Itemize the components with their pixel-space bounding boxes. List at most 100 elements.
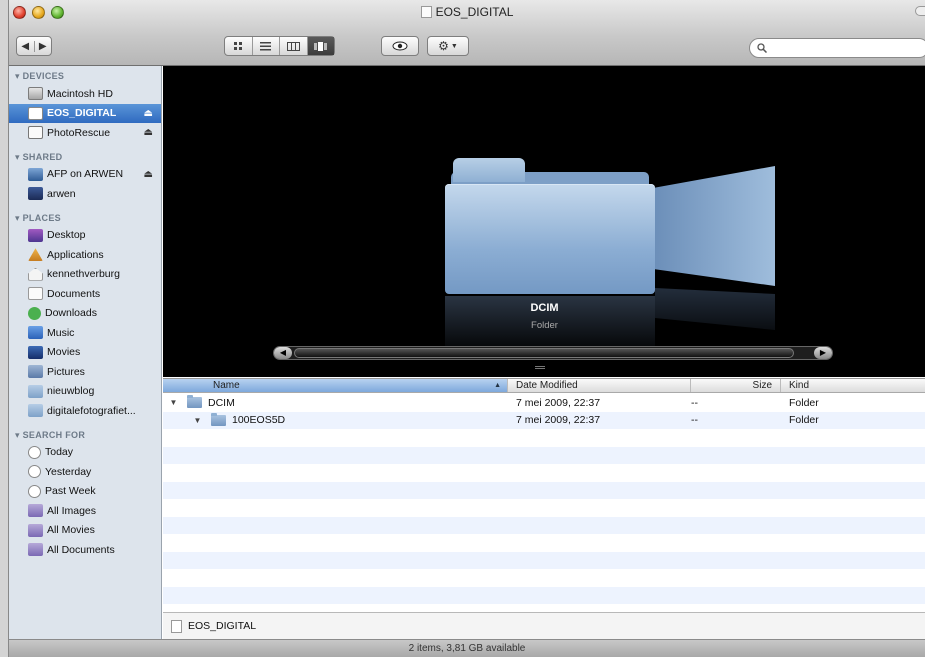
sidebar-item-digitalefotografie[interactable]: digitalefotografiet... (9, 401, 161, 421)
scroll-thumb[interactable] (294, 348, 794, 358)
row-name: 100EOS5D (232, 414, 286, 427)
column-header-size[interactable]: Size (691, 379, 781, 392)
coverflow-side-reflection (655, 288, 775, 330)
empty-row (163, 516, 925, 534)
eject-icon[interactable]: ⏏ (144, 127, 153, 138)
sidebar-heading-search-for[interactable]: ▾ SEARCH FOR (9, 425, 161, 443)
sidebar-item-documents[interactable]: Documents (9, 284, 161, 304)
path-bar: EOS_DIGITAL (163, 612, 925, 639)
sidebar-item-label: Music (47, 326, 75, 339)
title-toolbar: EOS_DIGITAL ◀ ▶ ⚙ ▼ (9, 0, 925, 66)
music-icon (28, 326, 43, 340)
search-field[interactable] (749, 38, 925, 58)
coverflow-view-icon (314, 41, 328, 51)
sidebar-item-eos-digital[interactable]: EOS_DIGITAL ⏏ (9, 103, 161, 123)
empty-row (163, 446, 925, 464)
file-list: ▼ DCIM 7 mei 2009, 22:37 -- Folder ▼ 100… (163, 394, 925, 611)
status-bar: 2 items, 3,81 GB available (9, 639, 925, 657)
sidebar-item-home[interactable]: kennethverburg (9, 265, 161, 285)
sidebar-item-label: Today (45, 446, 74, 459)
disclosure-triangle-icon[interactable]: ▼ (169, 398, 178, 407)
sidebar-item-past-week[interactable]: Past Week (9, 482, 161, 502)
coverflow-item-kind: Folder (531, 320, 558, 331)
sidebar-heading-shared[interactable]: ▾ SHARED (9, 147, 161, 165)
empty-row (163, 569, 925, 587)
eye-icon (392, 41, 408, 51)
scroll-right-button[interactable]: ▶ (814, 347, 832, 359)
coverflow-side-folder[interactable] (655, 166, 775, 286)
window-title: EOS_DIGITAL (9, 5, 925, 19)
sidebar-item-label: EOS_DIGITAL (47, 107, 117, 120)
sidebar-item-music[interactable]: Music (9, 323, 161, 343)
sidebar-item-desktop[interactable]: Desktop (9, 226, 161, 246)
folder-icon (28, 384, 43, 398)
table-row-100eos5d[interactable]: ▼ 100EOS5D 7 mei 2009, 22:37 -- Folder (163, 411, 925, 429)
coverflow-view-button[interactable] (306, 37, 334, 55)
search-input[interactable] (771, 42, 925, 54)
sidebar-item-label: Past Week (45, 485, 96, 498)
row-kind: Folder (789, 414, 819, 427)
sidebar-item-afp-on-arwen[interactable]: AFP on ARWEN ⏏ (9, 165, 161, 185)
eject-icon[interactable]: ⏏ (144, 169, 153, 180)
sidebar-item-macintosh-hd[interactable]: Macintosh HD (9, 84, 161, 104)
list-view-button[interactable] (251, 37, 280, 55)
chevron-down-icon: ▼ (450, 42, 458, 50)
empty-row (163, 551, 925, 569)
sidebar-item-all-images[interactable]: All Images (9, 501, 161, 521)
sidebar-item-label: kennethverburg (47, 268, 120, 281)
sidebar-heading-devices[interactable]: ▾ DEVICES (9, 66, 161, 84)
search-icon (757, 43, 767, 53)
toolbar-toggle-button[interactable] (915, 6, 925, 16)
action-menu-button[interactable]: ⚙ ▼ (427, 36, 469, 56)
path-bar-item[interactable]: EOS_DIGITAL (188, 620, 256, 632)
column-header-date[interactable]: Date Modified (508, 379, 691, 392)
sidebar-item-label: Desktop (47, 229, 86, 242)
sidebar-item-downloads[interactable]: Downloads (9, 304, 161, 324)
sidebar-item-pictures[interactable]: Pictures (9, 362, 161, 382)
back-button[interactable]: ◀ (17, 41, 34, 52)
forward-button[interactable]: ▶ (33, 40, 52, 52)
clock-icon (28, 445, 41, 459)
disk-icon (171, 619, 182, 633)
resize-grip-icon[interactable] (535, 366, 545, 369)
coverflow-scrollbar[interactable]: ◀ ▶ (273, 346, 833, 360)
icon-view-button[interactable] (225, 37, 252, 55)
sidebar-item-nieuwblog[interactable]: nieuwblog (9, 382, 161, 402)
column-view-button[interactable] (279, 37, 307, 55)
quicklook-button[interactable] (381, 36, 419, 56)
sidebar-item-label: All Documents (47, 543, 115, 556)
computer-icon (28, 187, 43, 201)
sidebar-item-label: PhotoRescue (47, 126, 111, 139)
sidebar-item-arwen[interactable]: arwen (9, 184, 161, 204)
folder-icon (187, 395, 202, 409)
column-header-name[interactable]: Name ▲ (163, 379, 508, 392)
row-size: -- (691, 414, 698, 427)
disclosure-triangle-icon[interactable]: ▼ (193, 416, 202, 425)
sidebar-item-movies[interactable]: Movies (9, 343, 161, 363)
sidebar-item-photorescue[interactable]: PhotoRescue ⏏ (9, 123, 161, 143)
coverflow-folder-icon[interactable] (445, 158, 655, 294)
clock-icon (28, 484, 41, 498)
movies-icon (28, 345, 43, 359)
gear-icon: ⚙ (438, 39, 449, 53)
sidebar-item-label: nieuwblog (47, 385, 95, 398)
eject-icon[interactable]: ⏏ (144, 108, 153, 119)
scroll-left-button[interactable]: ◀ (274, 347, 292, 359)
pictures-icon (28, 365, 43, 379)
table-row-dcim[interactable]: ▼ DCIM 7 mei 2009, 22:37 -- Folder (163, 394, 925, 412)
sidebar-item-all-movies[interactable]: All Movies (9, 521, 161, 541)
sidebar-item-label: AFP on ARWEN (47, 168, 124, 181)
column-header-kind[interactable]: Kind (781, 379, 925, 392)
empty-row (163, 586, 925, 604)
row-date: 7 mei 2009, 22:37 (516, 414, 601, 427)
sidebar-item-label: All Movies (47, 524, 95, 537)
sidebar-item-all-documents[interactable]: All Documents (9, 540, 161, 560)
smart-folder-icon (28, 504, 43, 518)
sidebar-heading-places[interactable]: ▾ PLACES (9, 208, 161, 226)
clock-icon (28, 465, 41, 479)
applications-icon (28, 248, 43, 262)
empty-row (163, 464, 925, 482)
sidebar-item-yesterday[interactable]: Yesterday (9, 462, 161, 482)
sidebar-item-applications[interactable]: Applications (9, 245, 161, 265)
sidebar-item-today[interactable]: Today (9, 443, 161, 463)
